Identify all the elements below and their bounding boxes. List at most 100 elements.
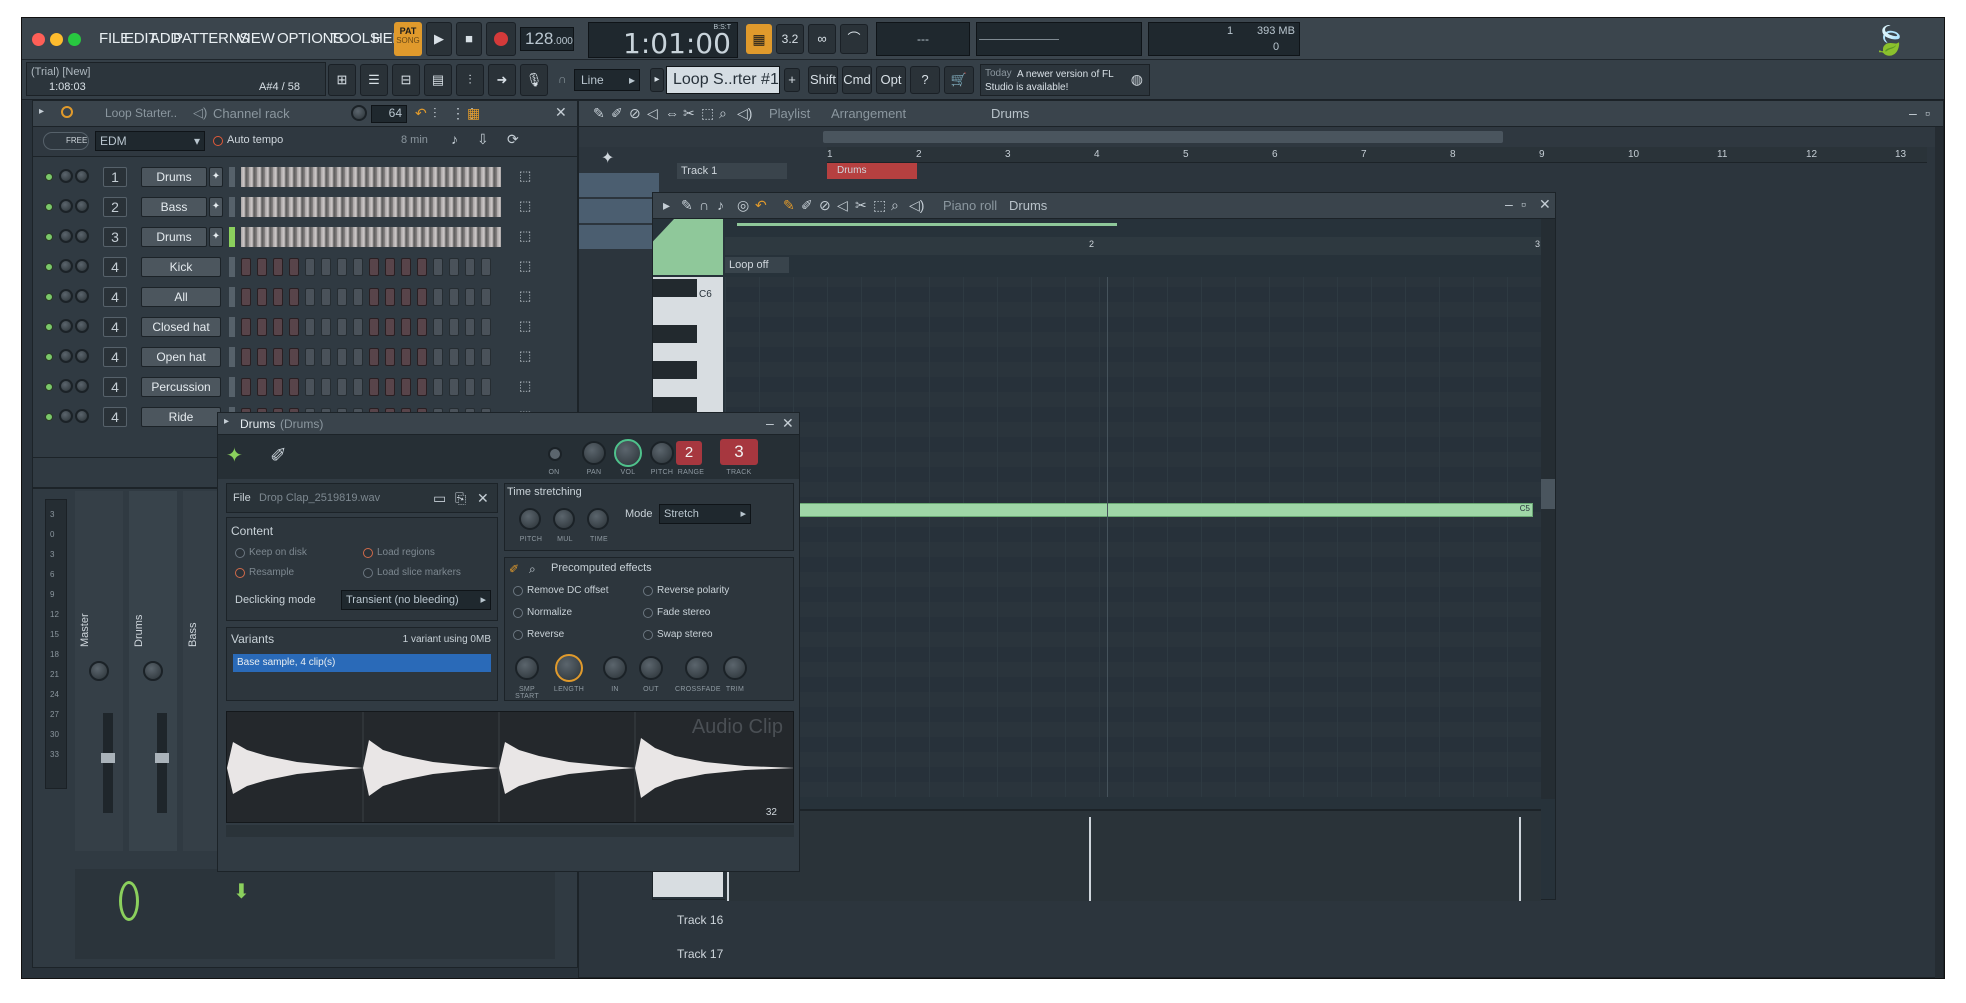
- channel-name-button[interactable]: All: [141, 287, 221, 307]
- step-button[interactable]: [273, 348, 283, 366]
- channel-row[interactable]: 4 All ⬚: [33, 283, 577, 311]
- filter-icon[interactable]: [61, 106, 73, 118]
- step-button[interactable]: [449, 258, 459, 276]
- step-button[interactable]: [417, 258, 427, 276]
- slip-icon[interactable]: ⇔: [665, 105, 679, 121]
- step-button[interactable]: [433, 318, 443, 336]
- step-button[interactable]: [481, 348, 491, 366]
- channel-graph-editor-icon[interactable]: ⬚: [519, 168, 531, 184]
- out-knob[interactable]: [639, 656, 663, 680]
- range-value[interactable]: 2: [676, 441, 702, 465]
- metronome-button[interactable]: ▦: [746, 24, 772, 54]
- step-button[interactable]: [241, 348, 251, 366]
- mixer-track-master[interactable]: Master: [75, 491, 123, 851]
- channel-mixer-track[interactable]: 4: [103, 257, 127, 277]
- zoom-icon[interactable]: ⌕: [891, 197, 899, 214]
- step-button[interactable]: [449, 318, 459, 336]
- channel-name-button[interactable]: Kick: [141, 257, 221, 277]
- step-button[interactable]: [305, 288, 315, 306]
- waveform-tab-icon[interactable]: ✦: [226, 443, 243, 468]
- step-button[interactable]: [401, 378, 411, 396]
- channel-volume-knob[interactable]: [75, 319, 89, 333]
- note-icon[interactable]: ♪: [451, 131, 458, 147]
- step-button[interactable]: [241, 378, 251, 396]
- step-edit-button[interactable]: 3.2: [776, 24, 804, 54]
- step-button[interactable]: [289, 288, 299, 306]
- step-button[interactable]: [417, 348, 427, 366]
- brush-icon[interactable]: ✐: [801, 197, 813, 214]
- plus-icon[interactable]: ✦: [579, 147, 669, 171]
- declicking-select[interactable]: Transient (no bleeding) ▸: [341, 590, 491, 610]
- record-button[interactable]: [486, 22, 516, 56]
- online-help-button[interactable]: ?: [910, 66, 940, 94]
- channel-row[interactable]: 4 Open hat ⬚: [33, 343, 577, 371]
- step-button[interactable]: [337, 288, 347, 306]
- undo-icon[interactable]: ↶: [415, 105, 427, 122]
- close-piano-roll-icon[interactable]: ✕: [1539, 196, 1551, 213]
- step-button[interactable]: [385, 258, 395, 276]
- channel-volume-knob[interactable]: [75, 289, 89, 303]
- mute-icon[interactable]: ◁: [837, 197, 848, 214]
- channel-pan-knob[interactable]: [59, 169, 73, 183]
- ts-mul-knob[interactable]: [553, 508, 575, 530]
- menu-view[interactable]: VIEW: [237, 26, 275, 52]
- step-button[interactable]: [321, 318, 331, 336]
- drums-clip[interactable]: Drums: [827, 163, 917, 179]
- step-button[interactable]: [257, 378, 267, 396]
- loop-toggle[interactable]: Loop off: [725, 257, 789, 273]
- step-button[interactable]: [353, 348, 363, 366]
- channelrack-view-button[interactable]: ▤: [424, 64, 452, 96]
- step-button[interactable]: [337, 258, 347, 276]
- step-button[interactable]: [305, 258, 315, 276]
- channel-mixer-track[interactable]: 4: [103, 347, 127, 367]
- undo-icon[interactable]: ↶: [755, 197, 767, 214]
- channel-enable-led[interactable]: [45, 293, 53, 301]
- step-button[interactable]: [289, 348, 299, 366]
- channel-mixer-track[interactable]: 3: [103, 227, 127, 247]
- channel-mixer-track[interactable]: 4: [103, 407, 127, 427]
- channel-row[interactable]: 2 Bass ✦ ⬚: [33, 193, 577, 221]
- mixer-track-drums[interactable]: Drums: [129, 491, 177, 851]
- channel-pan-knob[interactable]: [59, 319, 73, 333]
- channel-graph-editor-icon[interactable]: ⬚: [519, 258, 531, 274]
- snap-mode-select[interactable]: Line ▸: [574, 69, 640, 91]
- velocity-lane[interactable]: [725, 809, 1541, 901]
- channel-enable-led[interactable]: [45, 263, 53, 271]
- step-button[interactable]: [257, 318, 267, 336]
- channel-select-indicator[interactable]: [229, 257, 235, 277]
- step-button[interactable]: [385, 378, 395, 396]
- piano-roll-timeline[interactable]: 2 3: [725, 237, 1541, 255]
- minimize-window-button[interactable]: [50, 33, 63, 46]
- brush-icon[interactable]: ✐: [611, 105, 623, 122]
- channel-pan-knob[interactable]: [59, 259, 73, 273]
- smp-start-knob[interactable]: [515, 656, 539, 680]
- track-16-header[interactable]: Track 16: [677, 913, 787, 943]
- in-knob[interactable]: [603, 656, 627, 680]
- step-button[interactable]: [433, 378, 443, 396]
- step-button[interactable]: [481, 318, 491, 336]
- channel-name-button[interactable]: Drums: [141, 167, 207, 187]
- pattern-clip-3[interactable]: [579, 225, 659, 249]
- reverse-polarity-radio[interactable]: [643, 586, 653, 596]
- channel-enable-led[interactable]: [45, 323, 53, 331]
- load-slice-radio[interactable]: [363, 568, 373, 578]
- channel-select-indicator[interactable]: [229, 347, 235, 367]
- step-button[interactable]: [289, 258, 299, 276]
- select-icon[interactable]: ⬚: [701, 105, 714, 122]
- channel-audio-clip[interactable]: [241, 167, 501, 187]
- step-button[interactable]: [241, 258, 251, 276]
- play-button[interactable]: ▶: [426, 22, 452, 56]
- delete-icon[interactable]: ⊘: [819, 197, 831, 214]
- delete-icon[interactable]: ⊘: [629, 105, 641, 122]
- channel-mixer-track[interactable]: 4: [103, 377, 127, 397]
- step-button[interactable]: [465, 258, 475, 276]
- mixer-view-button[interactable]: ⫶: [456, 64, 484, 96]
- step-button[interactable]: [257, 348, 267, 366]
- download-icon[interactable]: ⇩: [477, 131, 489, 148]
- waveform-scrollbar[interactable]: [226, 825, 794, 837]
- stretch-mode-select[interactable]: Stretch ▸: [659, 504, 751, 524]
- step-button[interactable]: [385, 348, 395, 366]
- track-17-header[interactable]: Track 17: [677, 947, 787, 977]
- step-button[interactable]: [321, 348, 331, 366]
- channel-enable-led[interactable]: [45, 353, 53, 361]
